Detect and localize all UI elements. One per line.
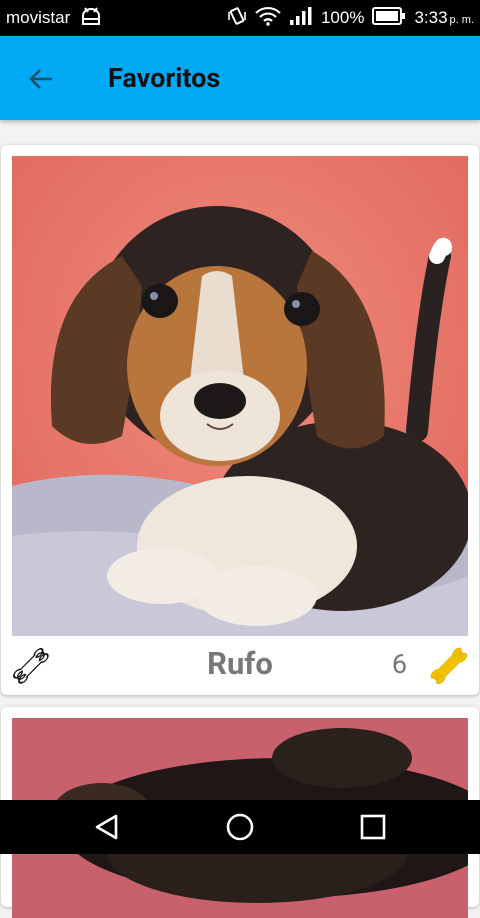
nav-back-icon bbox=[95, 814, 118, 840]
android-debug-icon bbox=[80, 6, 102, 31]
pet-photo bbox=[12, 156, 468, 636]
carrier-name: movistar bbox=[6, 8, 71, 27]
status-bar: movistar 100% 3:33 p. m. bbox=[0, 0, 480, 36]
vibrate-icon bbox=[227, 6, 247, 31]
nav-home-button[interactable] bbox=[200, 800, 280, 854]
likes-count: 6 bbox=[391, 648, 407, 680]
nav-recents-icon bbox=[360, 814, 386, 840]
rate-button[interactable] bbox=[425, 644, 473, 688]
battery-percent: 100% bbox=[320, 8, 365, 27]
app-bar: Favoritos bbox=[0, 36, 480, 120]
status-left: movistar bbox=[6, 0, 102, 36]
nav-recents-button[interactable] bbox=[333, 800, 413, 854]
pet-name: Rufo bbox=[207, 645, 273, 682]
page-title: Favoritos bbox=[108, 62, 221, 94]
wifi-icon bbox=[255, 6, 281, 31]
pet-card[interactable]: Rufo 6 bbox=[1, 145, 479, 695]
bone-filled-icon bbox=[430, 647, 468, 685]
signal-icon bbox=[289, 6, 313, 31]
clock-ampm: p. m. bbox=[449, 14, 474, 26]
arrow-back-icon bbox=[29, 69, 52, 89]
status-right: 100% 3:33 p. m. bbox=[227, 0, 474, 36]
nav-home-icon bbox=[226, 813, 254, 841]
system-nav-bar bbox=[0, 800, 480, 854]
nav-back-button[interactable] bbox=[67, 800, 147, 854]
clock-time: 3:33 bbox=[414, 8, 448, 27]
battery-icon bbox=[372, 6, 406, 31]
back-button[interactable] bbox=[22, 60, 60, 98]
card-footer: Rufo 6 bbox=[1, 636, 479, 695]
